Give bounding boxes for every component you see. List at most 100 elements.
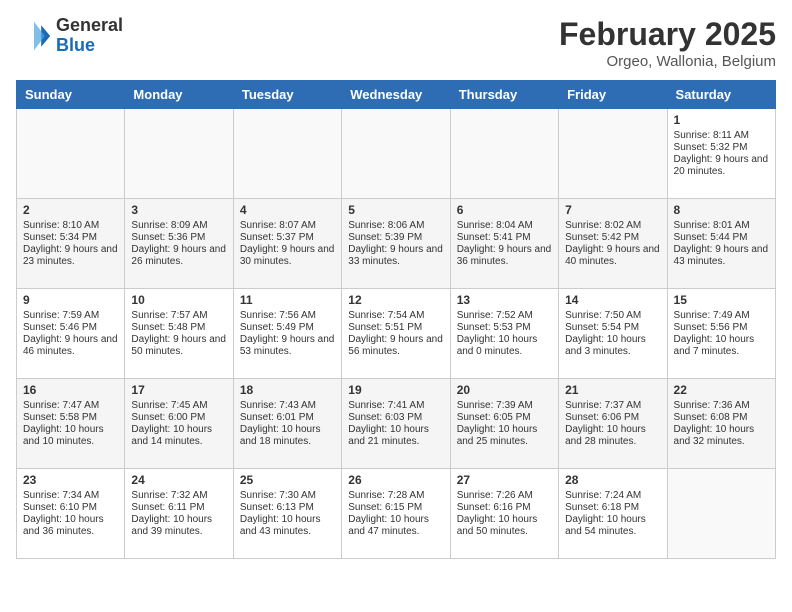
day-cell: 26 Sunrise: 7:28 AM Sunset: 6:15 PM Dayli… (342, 469, 450, 559)
day-cell: 14 Sunrise: 7:50 AM Sunset: 5:54 PM Dayli… (559, 289, 667, 379)
day-cell: 9Sunrise: 7:59 AM Sunset: 5:46 PM Daylig… (17, 289, 125, 379)
day-info: Sunrise: 8:02 AM Sunset: 5:42 PM Dayligh… (565, 220, 660, 267)
day-info: Sunrise: 7:26 AM Sunset: 6:16 PM Dayligh… (457, 490, 538, 537)
day-number: 10 (131, 293, 226, 307)
day-info: Sunrise: 7:49 AM Sunset: 5:56 PM Dayligh… (674, 310, 755, 357)
day-cell (233, 109, 341, 199)
location: Orgeo, Wallonia, Belgium (559, 53, 776, 70)
day-info: Sunrise: 8:06 AM Sunset: 5:39 PM Dayligh… (348, 220, 443, 267)
day-info: Sunrise: 7:32 AM Sunset: 6:11 PM Dayligh… (131, 490, 212, 537)
day-cell: 13Sunrise: 7:52 AM Sunset: 5:53 PM Dayli… (450, 289, 558, 379)
day-cell: 11Sunrise: 7:56 AM Sunset: 5:49 PM Dayli… (233, 289, 341, 379)
day-cell (559, 109, 667, 199)
day-info: Sunrise: 7:56 AM Sunset: 5:49 PM Dayligh… (240, 310, 335, 357)
day-number: 14 (565, 293, 660, 307)
day-cell: 28 Sunrise: 7:24 AM Sunset: 6:18 PM Dayli… (559, 469, 667, 559)
week-row-4: 16Sunrise: 7:47 AM Sunset: 5:58 PM Dayli… (17, 379, 776, 469)
logo-general-text: General (56, 16, 123, 36)
day-info: Sunrise: 7:24 AM Sunset: 6:18 PM Dayligh… (565, 490, 646, 537)
day-number: 23 (23, 473, 118, 487)
day-number: 18 (240, 383, 335, 397)
day-info: Sunrise: 7:34 AM Sunset: 6:10 PM Dayligh… (23, 490, 104, 537)
day-cell: 27 Sunrise: 7:26 AM Sunset: 6:16 PM Dayli… (450, 469, 558, 559)
day-number: 4 (240, 203, 335, 217)
weekday-header-tuesday: Tuesday (233, 81, 341, 109)
month-year: February 2025 (559, 16, 776, 53)
day-info: Sunrise: 8:10 AM Sunset: 5:34 PM Dayligh… (23, 220, 118, 267)
weekday-header-monday: Monday (125, 81, 233, 109)
day-cell: 6 Sunrise: 8:04 AM Sunset: 5:41 PM Daylig… (450, 199, 558, 289)
week-row-3: 9Sunrise: 7:59 AM Sunset: 5:46 PM Daylig… (17, 289, 776, 379)
day-cell: 21Sunrise: 7:37 AM Sunset: 6:06 PM Dayli… (559, 379, 667, 469)
day-info: Sunrise: 7:52 AM Sunset: 5:53 PM Dayligh… (457, 310, 538, 357)
day-cell: 3 Sunrise: 8:09 AM Sunset: 5:36 PM Daylig… (125, 199, 233, 289)
day-cell: 18 Sunrise: 7:43 AM Sunset: 6:01 PM Dayli… (233, 379, 341, 469)
day-number: 6 (457, 203, 552, 217)
day-cell: 2 Sunrise: 8:10 AM Sunset: 5:34 PM Daylig… (17, 199, 125, 289)
day-info: Sunrise: 8:07 AM Sunset: 5:37 PM Dayligh… (240, 220, 335, 267)
logo-text: General Blue (56, 16, 123, 56)
day-number: 2 (23, 203, 118, 217)
day-cell: 20 Sunrise: 7:39 AM Sunset: 6:05 PM Dayli… (450, 379, 558, 469)
day-cell: 4 Sunrise: 8:07 AM Sunset: 5:37 PM Daylig… (233, 199, 341, 289)
weekday-header-thursday: Thursday (450, 81, 558, 109)
logo-blue-text: Blue (56, 36, 123, 56)
day-number: 15 (674, 293, 769, 307)
day-cell: 7 Sunrise: 8:02 AM Sunset: 5:42 PM Daylig… (559, 199, 667, 289)
day-number: 28 (565, 473, 660, 487)
day-number: 1 (674, 113, 769, 127)
day-info: Sunrise: 7:43 AM Sunset: 6:01 PM Dayligh… (240, 400, 321, 447)
day-info: Sunrise: 7:57 AM Sunset: 5:48 PM Dayligh… (131, 310, 226, 357)
day-cell: 15 Sunrise: 7:49 AM Sunset: 5:56 PM Dayli… (667, 289, 775, 379)
day-info: Sunrise: 8:09 AM Sunset: 5:36 PM Dayligh… (131, 220, 226, 267)
week-row-1: 1 Sunrise: 8:11 AM Sunset: 5:32 PM Daylig… (17, 109, 776, 199)
day-cell (17, 109, 125, 199)
calendar-table: SundayMondayTuesdayWednesdayThursdayFrid… (16, 80, 776, 559)
day-info: Sunrise: 8:04 AM Sunset: 5:41 PM Dayligh… (457, 220, 552, 267)
day-cell: 8Sunrise: 8:01 AM Sunset: 5:44 PM Daylig… (667, 199, 775, 289)
day-info: Sunrise: 7:37 AM Sunset: 6:06 PM Dayligh… (565, 400, 646, 447)
day-cell: 12Sunrise: 7:54 AM Sunset: 5:51 PM Dayli… (342, 289, 450, 379)
day-cell: 5Sunrise: 8:06 AM Sunset: 5:39 PM Daylig… (342, 199, 450, 289)
logo-icon (16, 18, 52, 54)
day-cell: 23 Sunrise: 7:34 AM Sunset: 6:10 PM Dayli… (17, 469, 125, 559)
week-row-5: 23 Sunrise: 7:34 AM Sunset: 6:10 PM Dayli… (17, 469, 776, 559)
day-number: 7 (565, 203, 660, 217)
weekday-header-saturday: Saturday (667, 81, 775, 109)
day-number: 22 (674, 383, 769, 397)
week-row-2: 2 Sunrise: 8:10 AM Sunset: 5:34 PM Daylig… (17, 199, 776, 289)
day-cell: 24Sunrise: 7:32 AM Sunset: 6:11 PM Dayli… (125, 469, 233, 559)
title-block: February 2025 Orgeo, Wallonia, Belgium (559, 16, 776, 70)
day-cell (450, 109, 558, 199)
page-header: General Blue February 2025 Orgeo, Wallon… (16, 16, 776, 70)
day-cell: 19 Sunrise: 7:41 AM Sunset: 6:03 PM Dayli… (342, 379, 450, 469)
day-info: Sunrise: 7:50 AM Sunset: 5:54 PM Dayligh… (565, 310, 646, 357)
day-info: Sunrise: 7:41 AM Sunset: 6:03 PM Dayligh… (348, 400, 429, 447)
day-cell: 25Sunrise: 7:30 AM Sunset: 6:13 PM Dayli… (233, 469, 341, 559)
calendar-body: 1 Sunrise: 8:11 AM Sunset: 5:32 PM Daylig… (17, 109, 776, 559)
day-cell (667, 469, 775, 559)
weekday-row: SundayMondayTuesdayWednesdayThursdayFrid… (17, 81, 776, 109)
day-info: Sunrise: 7:28 AM Sunset: 6:15 PM Dayligh… (348, 490, 429, 537)
day-cell: 17Sunrise: 7:45 AM Sunset: 6:00 PM Dayli… (125, 379, 233, 469)
day-number: 26 (348, 473, 443, 487)
day-info: Sunrise: 7:54 AM Sunset: 5:51 PM Dayligh… (348, 310, 443, 357)
day-info: Sunrise: 7:47 AM Sunset: 5:58 PM Dayligh… (23, 400, 104, 447)
day-number: 9 (23, 293, 118, 307)
day-number: 17 (131, 383, 226, 397)
weekday-header-sunday: Sunday (17, 81, 125, 109)
day-number: 20 (457, 383, 552, 397)
day-info: Sunrise: 8:11 AM Sunset: 5:32 PM Dayligh… (674, 130, 769, 177)
day-number: 19 (348, 383, 443, 397)
day-number: 27 (457, 473, 552, 487)
calendar-header: SundayMondayTuesdayWednesdayThursdayFrid… (17, 81, 776, 109)
day-cell (125, 109, 233, 199)
logo: General Blue (16, 16, 123, 56)
day-info: Sunrise: 7:39 AM Sunset: 6:05 PM Dayligh… (457, 400, 538, 447)
day-cell (342, 109, 450, 199)
day-cell: 16Sunrise: 7:47 AM Sunset: 5:58 PM Dayli… (17, 379, 125, 469)
day-number: 25 (240, 473, 335, 487)
day-number: 8 (674, 203, 769, 217)
weekday-header-friday: Friday (559, 81, 667, 109)
day-number: 3 (131, 203, 226, 217)
